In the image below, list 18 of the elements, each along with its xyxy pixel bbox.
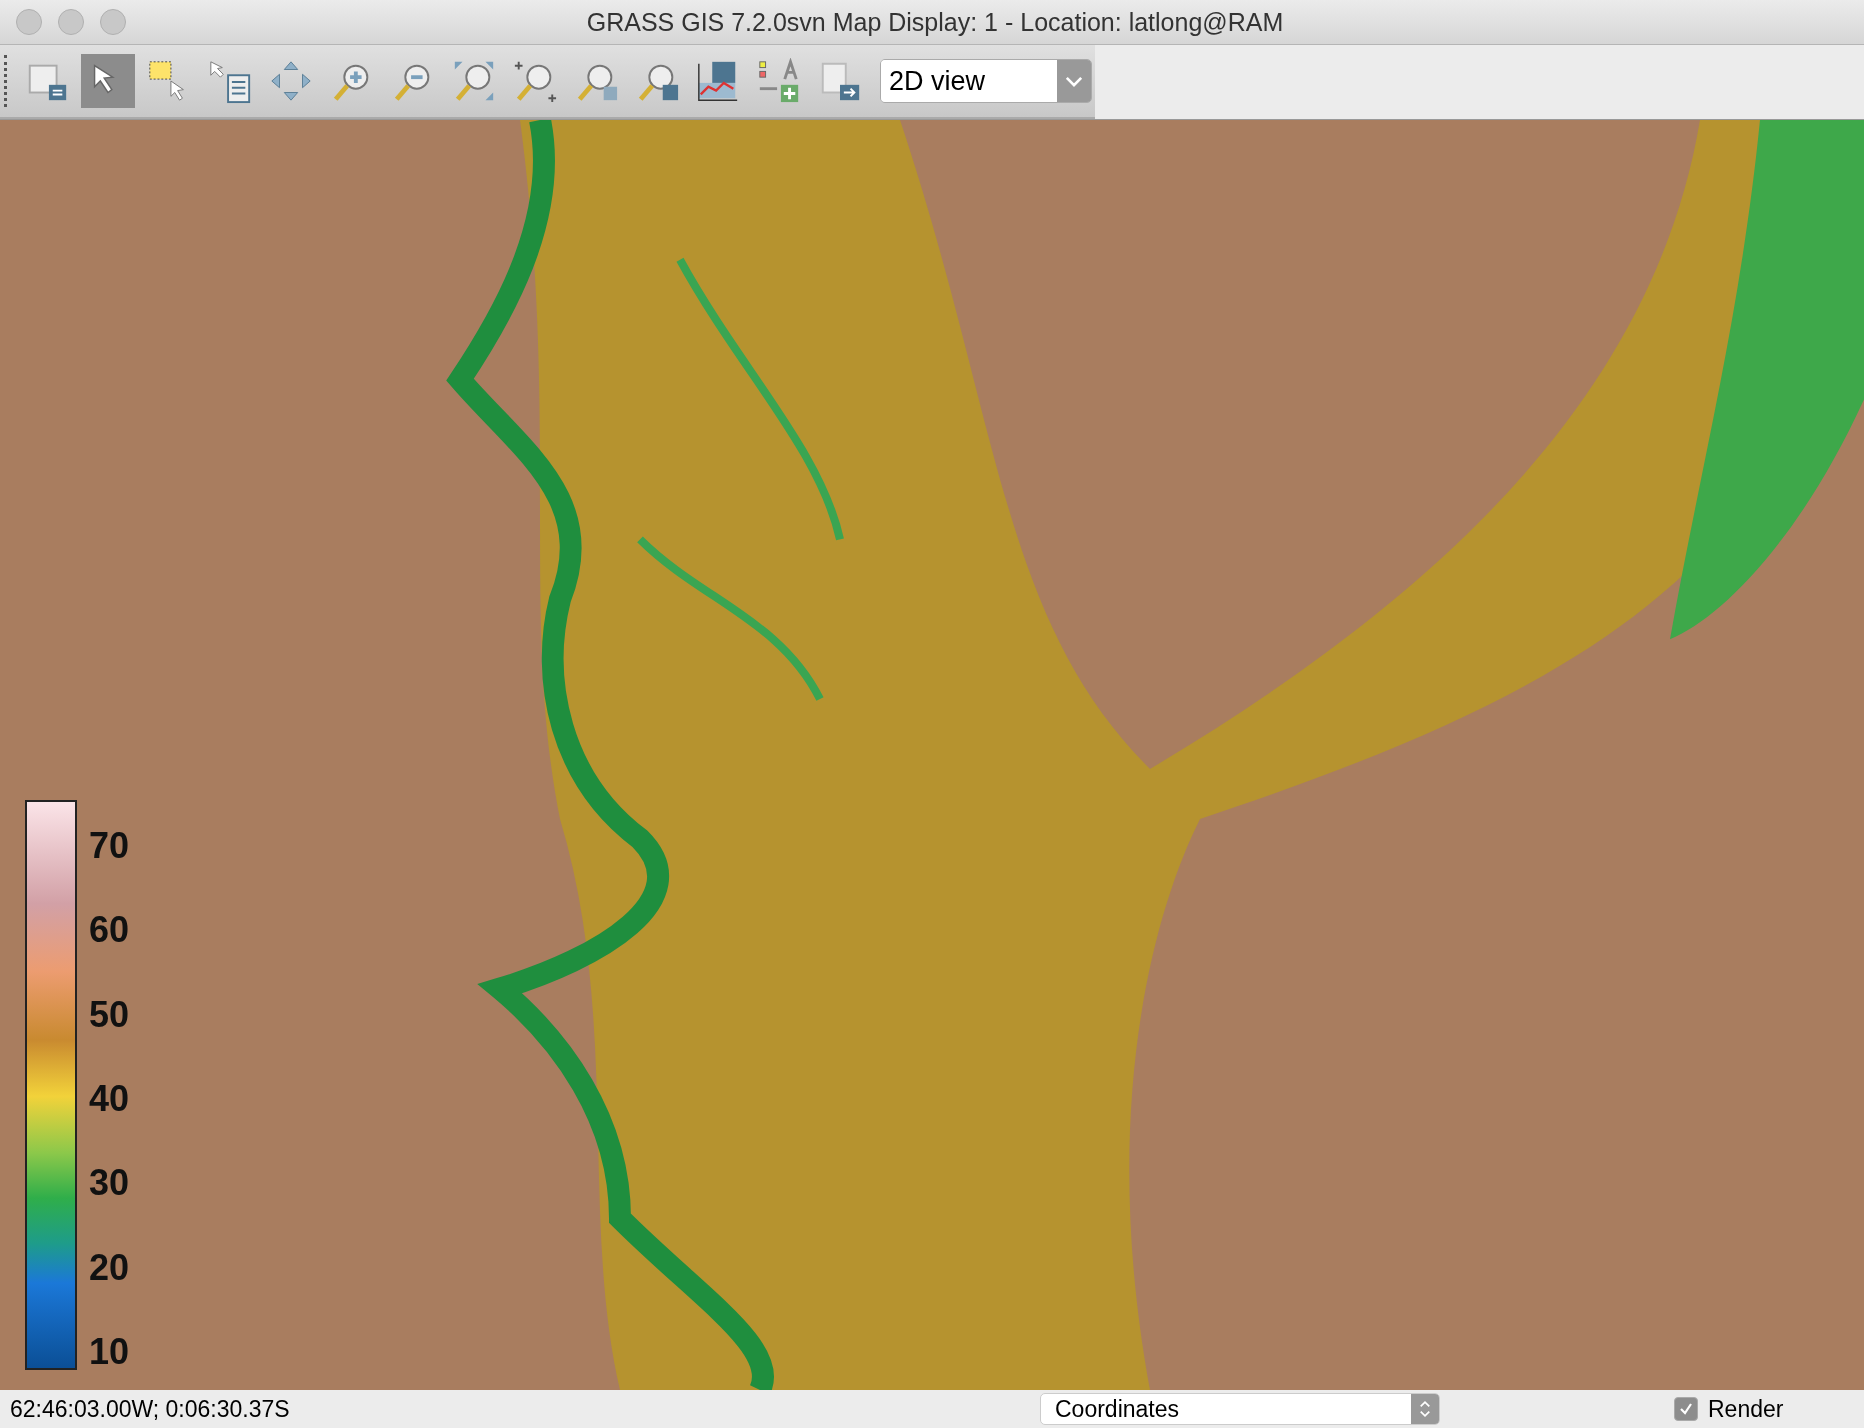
up-down-arrows-icon (1419, 1399, 1431, 1419)
checkmark-icon (1678, 1401, 1694, 1417)
pointer-tool-button[interactable] (81, 54, 135, 108)
pan-icon (268, 58, 314, 104)
coordinates-readout: 62:46:03.00W; 0:06:30.37S (9, 1395, 291, 1423)
view-mode-dropdown[interactable]: 2D view (880, 59, 1092, 103)
legend-label: 30 (89, 1165, 130, 1202)
legend-label: 60 (89, 912, 130, 949)
chevron-down-icon (1065, 75, 1083, 87)
legend-label: 20 (89, 1249, 130, 1286)
display-mode-dropdown[interactable]: Coordinates (1040, 1393, 1440, 1425)
legend-label: 50 (89, 996, 130, 1033)
query-icon (207, 58, 253, 104)
window-title: GRASS GIS 7.2.0svn Map Display: 1 - Location: latlong@RAM (585, 7, 1285, 37)
render-checkbox[interactable]: Render (1674, 1395, 1784, 1423)
legend-label: 70 (89, 828, 130, 864)
legend-label: 40 (89, 1081, 130, 1117)
legend-label: 10 (89, 1333, 130, 1370)
